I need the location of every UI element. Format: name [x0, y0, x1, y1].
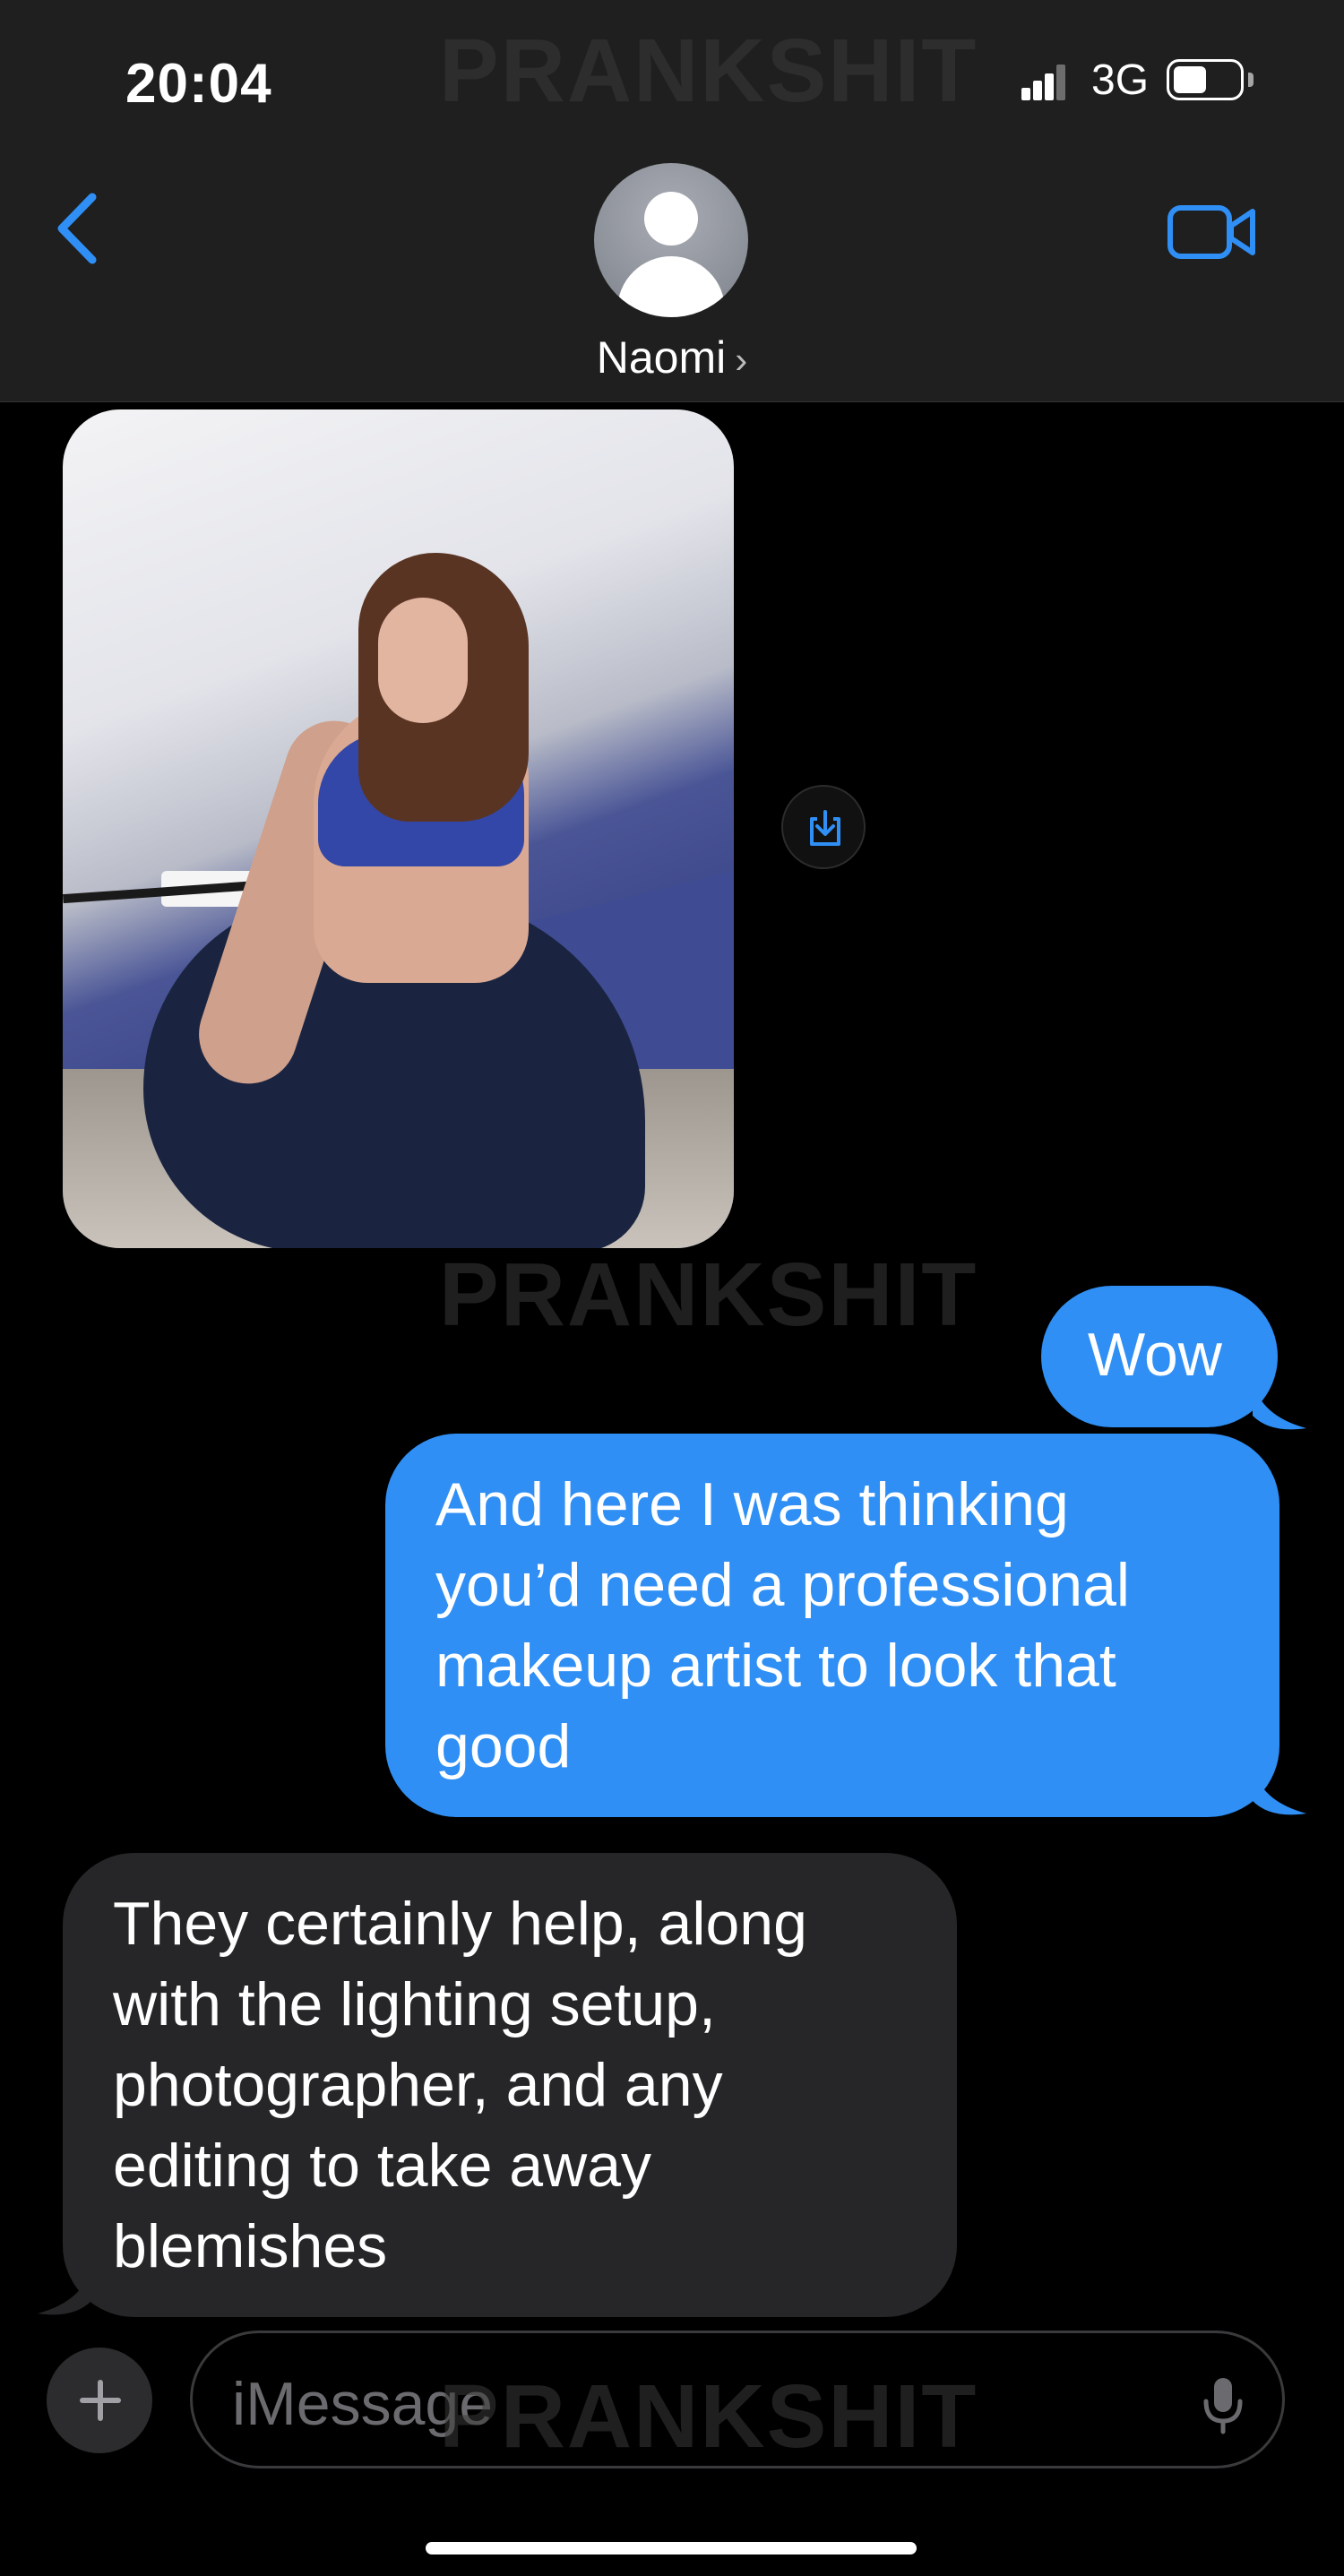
- sent-message-bubble[interactable]: And here I was thinking you’d need a pro…: [385, 1434, 1279, 1817]
- save-image-button[interactable]: [781, 785, 866, 869]
- signal-icon: [1021, 65, 1066, 100]
- watermark: PRANKSHIT: [439, 1245, 978, 1345]
- battery-icon: [1167, 59, 1254, 100]
- message-text: Wow: [1088, 1321, 1222, 1389]
- chevron-right-icon: ›: [735, 339, 748, 381]
- watermark: PRANKSHIT: [439, 21, 978, 121]
- status-time: 20:04: [125, 53, 272, 115]
- network-type: 3G: [1091, 56, 1150, 104]
- home-indicator[interactable]: [426, 2542, 917, 2554]
- video-call-button[interactable]: [1167, 202, 1256, 262]
- back-button[interactable]: [49, 188, 103, 269]
- add-attachment-button[interactable]: [47, 2348, 152, 2453]
- message-text: And here I was thinking you’d need a pro…: [435, 1470, 1130, 1780]
- received-message-bubble[interactable]: They certainly help, along with the ligh…: [63, 1853, 957, 2317]
- contact-name-button[interactable]: Naomi ›: [0, 332, 1344, 383]
- microphone-button[interactable]: [1201, 2374, 1245, 2437]
- message-text: They certainly help, along with the ligh…: [113, 1890, 807, 2280]
- contact-avatar[interactable]: [594, 163, 748, 317]
- download-icon: [810, 810, 840, 846]
- contact-name: Naomi: [596, 332, 727, 383]
- watermark: PRANKSHIT: [439, 2366, 978, 2467]
- sent-message-bubble[interactable]: Wow: [1041, 1286, 1278, 1427]
- image-message[interactable]: [63, 409, 734, 1248]
